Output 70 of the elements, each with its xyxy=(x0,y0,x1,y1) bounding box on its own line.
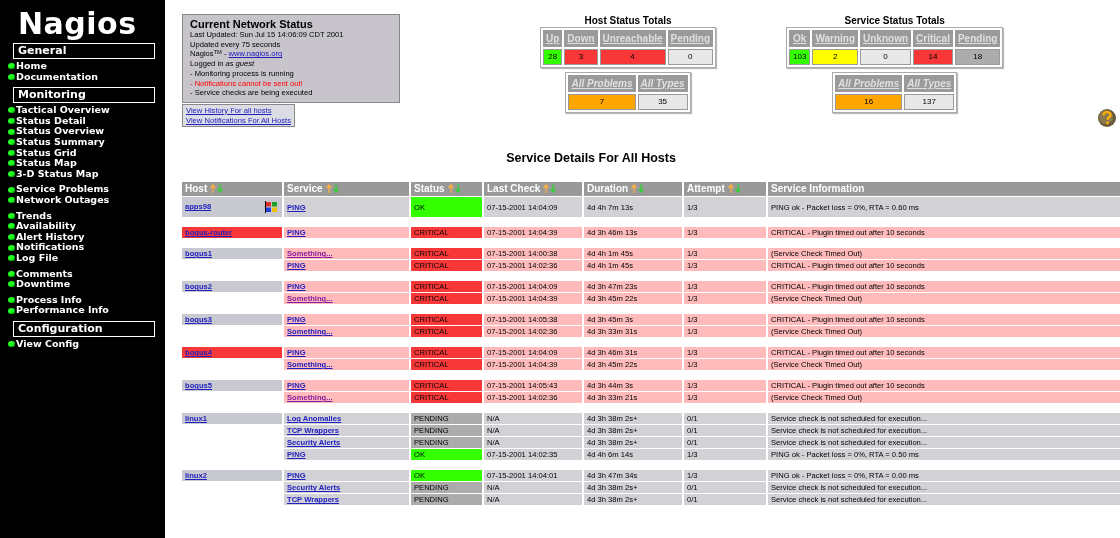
totals-count: 28 xyxy=(543,49,563,65)
totals-count: 0 xyxy=(667,49,714,65)
sidebar-link[interactable]: Performance Info xyxy=(8,305,165,316)
bullet-icon xyxy=(8,307,15,314)
totals-count: 7 xyxy=(568,94,636,110)
bullet-icon xyxy=(8,73,15,80)
sidebar-link[interactable]: Status Overview xyxy=(8,126,165,137)
totals-count: 18 xyxy=(954,49,1001,65)
bullet-icon xyxy=(8,270,15,277)
page-title: Service Details For All Hosts xyxy=(505,150,677,168)
sidebar-link[interactable]: Home xyxy=(8,61,165,72)
totals-count: 103 xyxy=(789,49,811,65)
bullet-icon xyxy=(8,63,15,70)
totals-count: 0 xyxy=(860,49,912,65)
sidebar-link[interactable]: Process Info xyxy=(8,294,165,306)
bullet-icon xyxy=(8,281,15,288)
bullet-icon xyxy=(8,255,15,262)
sort-icon[interactable] xyxy=(447,184,461,194)
sort-icon[interactable] xyxy=(727,184,741,194)
sidebar-link[interactable]: Service Problems xyxy=(8,184,165,195)
bullet-icon xyxy=(8,107,15,114)
sidebar-link[interactable]: Status Grid xyxy=(8,147,165,159)
sidebar-link[interactable]: Status Map xyxy=(8,158,165,169)
totals-title: Service Status Totals xyxy=(843,14,946,27)
sidebar-link[interactable]: Trends xyxy=(8,210,165,222)
section-heading: Configuration xyxy=(13,320,155,337)
sidebar-link[interactable]: View Config xyxy=(8,338,165,350)
sidebar-link[interactable]: Notifications xyxy=(8,242,165,253)
sidebar-link[interactable]: Downtime xyxy=(8,279,165,290)
bullet-icon xyxy=(8,128,15,135)
totals-count: 4 xyxy=(599,49,666,65)
sort-icon[interactable] xyxy=(210,184,224,194)
bullet-icon xyxy=(8,297,15,303)
bullet-icon xyxy=(8,212,15,219)
bullet-icon xyxy=(8,139,15,146)
bullet-icon xyxy=(8,160,15,167)
section-heading: Monitoring xyxy=(13,87,155,104)
status-title: Current Network Status xyxy=(190,18,314,30)
totals-count: 14 xyxy=(913,49,953,65)
sidebar-link[interactable]: Status Detail xyxy=(8,115,165,127)
totals-count: 16 xyxy=(835,94,903,110)
sidebar-link[interactable]: Tactical Overview xyxy=(8,105,165,116)
totals-count: 3 xyxy=(564,49,598,65)
sidebar-link[interactable]: Network Outages xyxy=(8,194,165,206)
sort-icon[interactable] xyxy=(631,184,645,194)
bullet-icon xyxy=(8,171,15,178)
bullet-icon xyxy=(8,149,15,156)
bullet-icon xyxy=(8,341,15,348)
bullet-icon xyxy=(8,244,15,251)
sidebar-link[interactable]: Status Summary xyxy=(8,136,165,148)
sidebar-link[interactable]: Documentation xyxy=(8,71,165,83)
totals-count: 35 xyxy=(637,94,688,110)
section-heading: General xyxy=(13,43,155,59)
sidebar-link[interactable]: Comments xyxy=(8,268,165,280)
bullet-icon xyxy=(8,197,15,204)
totals-count: 137 xyxy=(904,94,955,110)
totals-title: Host Status Totals xyxy=(583,14,673,27)
bullet-icon xyxy=(8,223,15,230)
logo: Nagios xyxy=(17,8,138,40)
sidebar-link[interactable]: Availability xyxy=(8,221,165,232)
bullet-icon xyxy=(8,118,15,125)
sort-icon[interactable] xyxy=(543,184,557,194)
sidebar-link[interactable]: Alert History xyxy=(8,231,165,243)
sidebar-link[interactable]: Log File xyxy=(8,252,165,264)
sort-icon[interactable] xyxy=(325,184,339,194)
help-icon[interactable] xyxy=(1097,108,1117,128)
sidebar-link[interactable]: 3-D Status Map xyxy=(8,168,165,180)
bullet-icon xyxy=(8,186,15,193)
bullet-icon xyxy=(8,234,15,240)
totals-count: 2 xyxy=(812,49,859,65)
